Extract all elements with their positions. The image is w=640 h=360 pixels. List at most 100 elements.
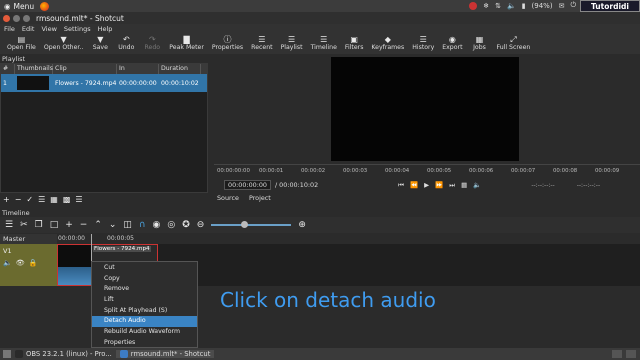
battery-percent: (94%)	[531, 1, 553, 10]
menu-item-lift[interactable]: Lift	[92, 295, 197, 306]
menu-item-remove[interactable]: Remove	[92, 284, 197, 295]
ripple-icon[interactable]: ◎	[167, 220, 175, 230]
menu-help[interactable]: Help	[98, 25, 113, 33]
copy-icon[interactable]: ❐	[35, 220, 43, 230]
snap-icon[interactable]: ∩	[139, 220, 146, 230]
playlist-list-icon[interactable]: ☰	[38, 195, 45, 204]
hide-icon[interactable]: 👁	[16, 259, 25, 267]
video-preview[interactable]	[331, 57, 519, 161]
toolbar-playlist-button[interactable]: ☰ Playlist	[278, 34, 306, 52]
playlist-table[interactable]: # Thumbnails Clip In Duration 1 Flowers …	[0, 63, 208, 193]
mute-icon[interactable]: 🔈	[3, 259, 12, 267]
network-icon[interactable]: ⇅	[495, 2, 501, 10]
taskbar-task[interactable]: OBS 23.2.1 (linux) - Pro...	[11, 350, 116, 358]
toolbar-redo-button[interactable]: ↷ Redo	[140, 34, 164, 52]
os-menu-button[interactable]: ◉ Menu	[4, 2, 34, 11]
menu-item-split-at-playhead-s[interactable]: Split At Playhead (S)	[92, 306, 197, 317]
toolbar-folder-open-button[interactable]: ▤ Open File	[4, 34, 39, 52]
toolbar-recent-button[interactable]: ☰ Recent	[248, 34, 275, 52]
menu-item-properties[interactable]: Properties	[92, 338, 197, 349]
maximize-window-icon[interactable]	[23, 14, 30, 22]
col-clip[interactable]: Clip	[53, 64, 117, 74]
toolbar-keyframes-button[interactable]: ◆ Keyframes	[368, 34, 407, 52]
menu-view[interactable]: View	[41, 25, 56, 33]
toolbar-peak-meter-button[interactable]: ▇ Peak Meter	[166, 34, 207, 52]
col-in[interactable]: In	[117, 64, 159, 74]
grid-icon[interactable]: ▦	[461, 181, 467, 190]
firefox-icon[interactable]	[40, 1, 50, 11]
menu-edit[interactable]: Edit	[22, 25, 35, 33]
playlist-update-icon[interactable]: ✓	[26, 195, 33, 204]
master-track-header[interactable]: Master	[0, 234, 57, 244]
menu-item-cut[interactable]: Cut	[92, 263, 197, 274]
cut-icon[interactable]: ✂	[20, 220, 28, 230]
player-ruler[interactable]: 00:00:00:00 00:00:01 00:00:02 00:00:03 00:00…	[214, 164, 640, 178]
v1-track-header[interactable]: V1 🔈 👁 🔒	[0, 244, 57, 286]
toolbar-export-button[interactable]: ◉ Export	[439, 34, 465, 52]
minimize-window-icon[interactable]	[13, 14, 20, 22]
mail-icon[interactable]: ✉	[559, 2, 565, 10]
playlist-icons-icon[interactable]: ▩	[63, 195, 71, 204]
col-duration[interactable]: Duration	[159, 64, 201, 74]
scrub-icon[interactable]: ◉	[153, 220, 161, 230]
tab-source[interactable]: Source	[217, 194, 239, 204]
skip-next-icon[interactable]: ⏭	[449, 181, 455, 190]
toolbar-properties-button[interactable]: ⓘ Properties	[209, 34, 246, 52]
timeline-ruler[interactable]: 00:00:00 00:00:05	[57, 234, 640, 244]
zoom-slider[interactable]	[211, 221, 292, 228]
lock-icon[interactable]: 🔒	[29, 259, 38, 267]
menu-settings[interactable]: Settings	[64, 25, 91, 33]
tab-project[interactable]: Project	[249, 194, 271, 204]
toolbar-label: Keyframes	[371, 44, 405, 51]
workspace-1[interactable]	[612, 350, 622, 358]
lift-icon[interactable]: ⌃	[94, 220, 102, 230]
zoom-slider-knob[interactable]	[241, 221, 249, 228]
toolbar-full-screen-button[interactable]: ⤢ Full Screen	[494, 34, 534, 52]
remove-icon[interactable]: −	[80, 220, 88, 230]
col-number[interactable]: #	[1, 64, 15, 74]
zoom-in-icon[interactable]: ⊕	[298, 220, 306, 230]
playlist-menu-icon[interactable]: ☰	[75, 195, 82, 204]
skip-previous-icon[interactable]: ⏮	[398, 181, 404, 190]
dropbox-icon[interactable]: ❄	[483, 2, 489, 10]
split-icon[interactable]: ◫	[123, 220, 132, 230]
toolbar-label: Timeline	[310, 44, 337, 51]
menu-file[interactable]: File	[4, 25, 15, 33]
playlist-add-icon[interactable]: +	[3, 195, 10, 204]
toolbar-filters-button[interactable]: ▣ Filters	[342, 34, 367, 52]
col-thumbnails[interactable]: Thumbnails	[15, 64, 53, 74]
overwrite-icon[interactable]: ⌄	[109, 220, 117, 230]
toolbar-history-button[interactable]: ☰ History	[409, 34, 437, 52]
player-ruler-tick: 00:00:07	[511, 168, 536, 174]
show-desktop-icon[interactable]	[3, 350, 11, 358]
menu-item-rebuild-audio-waveform[interactable]: Rebuild Audio Waveform	[92, 327, 197, 338]
power-icon[interactable]: ⏻	[570, 1, 576, 10]
toolbar-label: Recent	[251, 44, 273, 51]
rewind-icon[interactable]: ⏪	[410, 181, 418, 190]
toolbar-open-other-button[interactable]: ▼ Open Other..	[41, 34, 86, 52]
taskbar-task[interactable]: rmsound.mlt* - Shotcut	[115, 350, 215, 358]
battery-icon[interactable]: ▮	[522, 2, 526, 10]
ripple-all-icon[interactable]: ✪	[182, 220, 190, 230]
volume-control-icon[interactable]: 🔈	[473, 181, 481, 190]
toolbar-timeline-button[interactable]: ☰ Timeline	[308, 34, 340, 52]
recording-icon[interactable]	[469, 1, 478, 10]
append-icon[interactable]: +	[65, 220, 73, 230]
paste-icon[interactable]: □	[50, 220, 59, 230]
toolbar-undo-button[interactable]: ↶ Undo	[114, 34, 138, 52]
zoom-out-icon[interactable]: ⊖	[197, 220, 205, 230]
timecode-input[interactable]: 00:00:00:00	[224, 180, 271, 190]
playlist-remove-icon[interactable]: −	[15, 195, 22, 204]
workspace-2[interactable]	[626, 350, 636, 358]
playlist-tiles-icon[interactable]: ▦	[50, 195, 58, 204]
toolbar-save-button[interactable]: ▼ Save	[88, 34, 112, 52]
playlist-row[interactable]: 1 Flowers - 7924.mp4 00:00:00:00 00:00:1…	[1, 74, 207, 92]
menu-item-detach-audio[interactable]: Detach Audio	[92, 316, 197, 328]
volume-icon[interactable]: 🔈	[507, 2, 516, 10]
close-window-icon[interactable]	[3, 14, 10, 22]
toolbar-jobs-button[interactable]: ▦ Jobs	[468, 34, 492, 52]
play-icon[interactable]: ▶	[424, 181, 429, 190]
timeline-menu-icon[interactable]: ☰	[5, 220, 13, 230]
fast-forward-icon[interactable]: ⏩	[435, 181, 443, 190]
menu-item-copy[interactable]: Copy	[92, 274, 197, 285]
